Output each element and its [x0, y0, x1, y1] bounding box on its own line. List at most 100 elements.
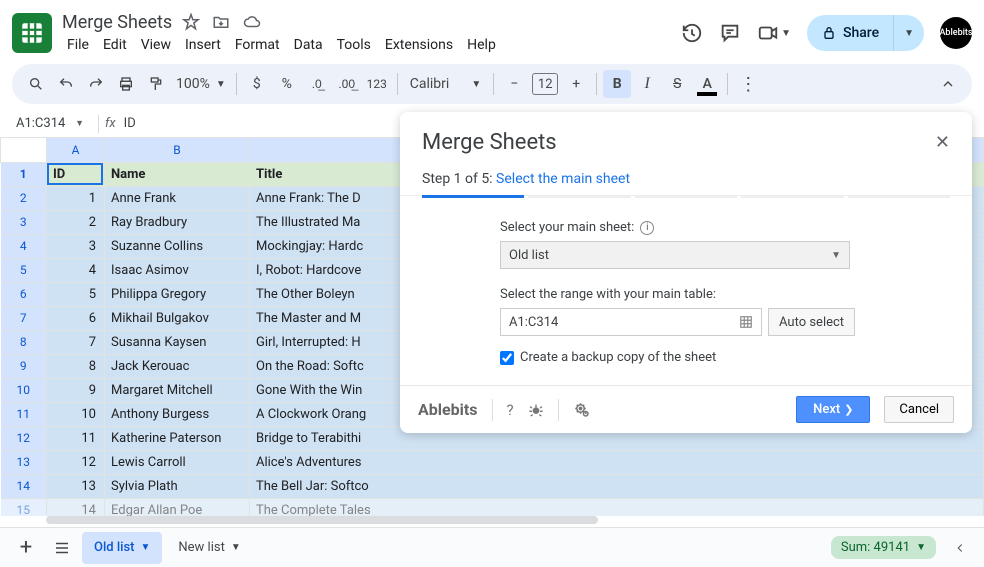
- decrease-decimal-icon[interactable]: .0̲: [303, 70, 331, 98]
- cell[interactable]: Suzanne Collins: [105, 234, 250, 258]
- row-header[interactable]: 15: [1, 498, 47, 516]
- account-avatar[interactable]: Ablebits: [940, 17, 972, 49]
- range-input[interactable]: A1:C314: [500, 308, 762, 336]
- cell[interactable]: 3: [47, 234, 105, 258]
- redo-icon[interactable]: [82, 70, 110, 98]
- cell[interactable]: Isaac Asimov: [105, 258, 250, 282]
- row-header[interactable]: 5: [1, 258, 47, 282]
- cell[interactable]: Ray Bradbury: [105, 210, 250, 234]
- paint-format-icon[interactable]: [142, 70, 170, 98]
- row-header[interactable]: 10: [1, 378, 47, 402]
- col-header-b[interactable]: B: [105, 138, 250, 162]
- sheets-app-icon[interactable]: [12, 13, 52, 53]
- horizontal-scrollbar[interactable]: [46, 513, 966, 527]
- name-box[interactable]: A1:C314 ▼: [10, 116, 92, 131]
- info-icon[interactable]: i: [640, 221, 654, 235]
- formula-bar[interactable]: ID: [124, 116, 136, 131]
- zoom-select[interactable]: 100%▼: [172, 76, 230, 92]
- menu-help[interactable]: Help: [462, 35, 501, 55]
- sheet-tab[interactable]: New list▼: [166, 532, 252, 564]
- comment-icon[interactable]: [719, 22, 741, 44]
- menu-format[interactable]: Format: [230, 35, 285, 55]
- row-header[interactable]: 12: [1, 426, 47, 450]
- document-title[interactable]: Merge Sheets: [62, 12, 172, 33]
- cell[interactable]: 8: [47, 354, 105, 378]
- font-size-input[interactable]: 12: [532, 73, 558, 95]
- meet-icon[interactable]: ▼: [757, 22, 791, 44]
- menu-tools[interactable]: Tools: [332, 35, 376, 55]
- menu-extensions[interactable]: Extensions: [380, 35, 458, 55]
- currency-icon[interactable]: $: [243, 70, 271, 98]
- cell[interactable]: 5: [47, 282, 105, 306]
- cell[interactable]: Mikhail Bulgakov: [105, 306, 250, 330]
- cell[interactable]: Philippa Gregory: [105, 282, 250, 306]
- row-header[interactable]: 6: [1, 282, 47, 306]
- settings-icon[interactable]: [573, 401, 591, 419]
- move-icon[interactable]: [212, 13, 230, 31]
- cell[interactable]: Name: [105, 162, 250, 186]
- row-header[interactable]: 7: [1, 306, 47, 330]
- cell[interactable]: ID: [47, 162, 105, 186]
- select-all-corner[interactable]: [1, 138, 47, 162]
- auto-select-button[interactable]: Auto select: [768, 308, 855, 336]
- cloud-status-icon[interactable]: [242, 13, 262, 31]
- row-header[interactable]: 11: [1, 402, 47, 426]
- cell[interactable]: 9: [47, 378, 105, 402]
- increase-font-icon[interactable]: +: [562, 70, 590, 98]
- cell[interactable]: 11: [47, 426, 105, 450]
- star-icon[interactable]: [182, 13, 200, 31]
- menu-view[interactable]: View: [136, 35, 176, 55]
- backup-checkbox[interactable]: [500, 351, 514, 365]
- text-color-button[interactable]: A: [693, 70, 721, 98]
- all-sheets-button[interactable]: [44, 532, 80, 564]
- decrease-font-icon[interactable]: −: [500, 70, 528, 98]
- cell[interactable]: 13: [47, 474, 105, 498]
- history-icon[interactable]: [681, 22, 703, 44]
- cell[interactable]: Sylvia Plath: [105, 474, 250, 498]
- row-header[interactable]: 13: [1, 450, 47, 474]
- menu-edit[interactable]: Edit: [98, 35, 132, 55]
- row-header[interactable]: 3: [1, 210, 47, 234]
- bold-button[interactable]: B: [603, 70, 631, 98]
- grid-picker-icon[interactable]: [739, 315, 753, 329]
- cell[interactable]: 4: [47, 258, 105, 282]
- next-button[interactable]: Next❯: [796, 396, 870, 423]
- share-dropdown[interactable]: ▼: [893, 15, 924, 51]
- cell[interactable]: 10: [47, 402, 105, 426]
- cell[interactable]: 2: [47, 210, 105, 234]
- row-header[interactable]: 1: [1, 162, 47, 186]
- backup-checkbox-row[interactable]: Create a backup copy of the sheet: [500, 350, 950, 365]
- toolbar-overflow-icon[interactable]: ⋮: [734, 70, 762, 98]
- font-select[interactable]: Calibri▼: [404, 76, 487, 92]
- row-header[interactable]: 4: [1, 234, 47, 258]
- cell[interactable]: Jack Kerouac: [105, 354, 250, 378]
- italic-button[interactable]: I: [633, 70, 661, 98]
- row-header[interactable]: 9: [1, 354, 47, 378]
- quicksum-chip[interactable]: Sum: 49141▼: [831, 536, 936, 559]
- menu-file[interactable]: File: [62, 35, 94, 55]
- cell[interactable]: The Bell Jar: Softco: [250, 474, 984, 498]
- cell[interactable]: 1: [47, 186, 105, 210]
- cancel-button[interactable]: Cancel: [884, 396, 954, 423]
- strikethrough-button[interactable]: S: [663, 70, 691, 98]
- collapse-toolbar-icon[interactable]: [934, 70, 962, 98]
- add-sheet-button[interactable]: +: [8, 532, 44, 564]
- cell[interactable]: 6: [47, 306, 105, 330]
- sheet-tab[interactable]: Old list▼: [82, 532, 162, 564]
- menu-insert[interactable]: Insert: [180, 35, 226, 55]
- cell[interactable]: 7: [47, 330, 105, 354]
- row-header[interactable]: 8: [1, 330, 47, 354]
- cell[interactable]: Anne Frank: [105, 186, 250, 210]
- percent-icon[interactable]: %: [273, 70, 301, 98]
- cell[interactable]: Margaret Mitchell: [105, 378, 250, 402]
- share-button[interactable]: Share: [807, 15, 893, 51]
- cell[interactable]: Anthony Burgess: [105, 402, 250, 426]
- col-header-a[interactable]: A: [47, 138, 105, 162]
- search-icon[interactable]: [22, 70, 50, 98]
- increase-decimal-icon[interactable]: .00̲: [333, 70, 361, 98]
- help-icon[interactable]: ?: [507, 401, 514, 419]
- bug-icon[interactable]: [528, 402, 544, 418]
- cell[interactable]: Alice's Adventures: [250, 450, 984, 474]
- close-icon[interactable]: ✕: [935, 132, 950, 153]
- row-header[interactable]: 2: [1, 186, 47, 210]
